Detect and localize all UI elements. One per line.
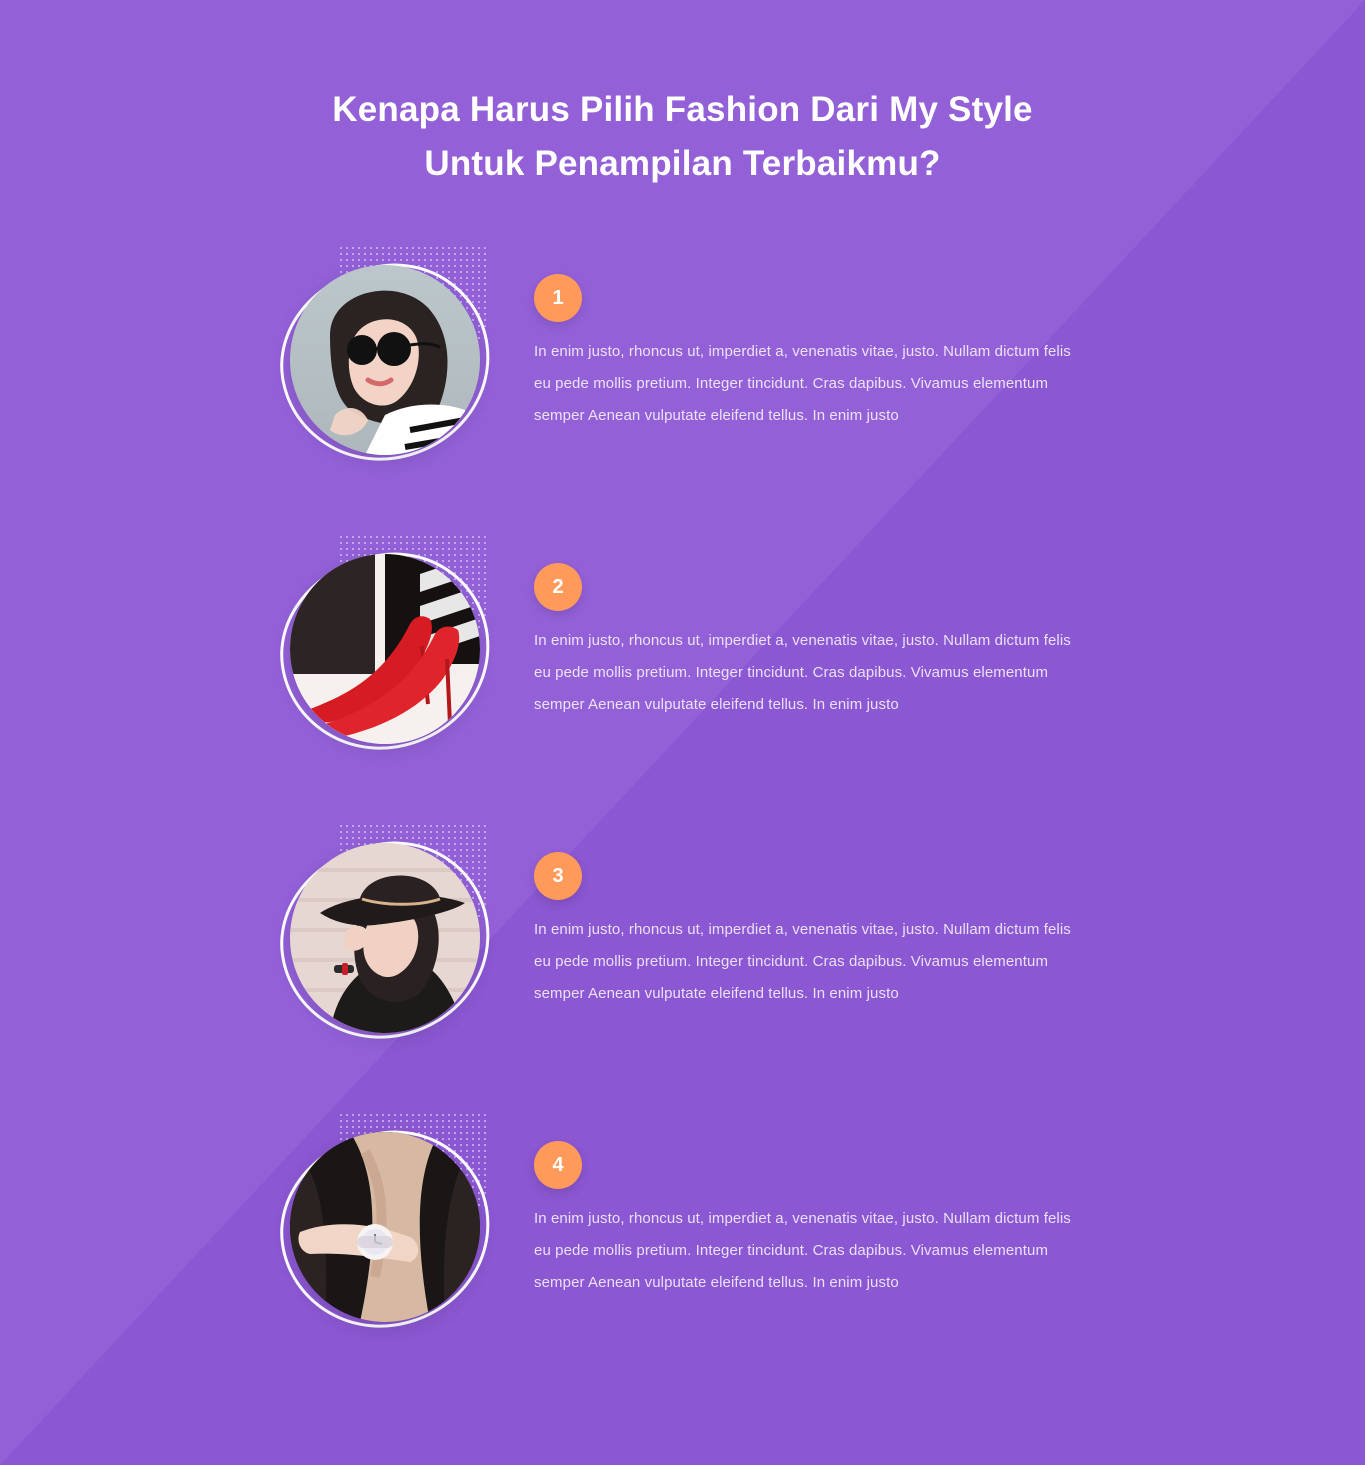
section-title-line-1: Kenapa Harus Pilih Fashion Dari My Style [332,90,1033,129]
why-choose-section: Kenapa Harus Pilih Fashion Dari My Style… [0,0,1365,1465]
feature-item-3: 3 In enim justo, rhoncus ut, imperdiet a… [267,823,1098,1052]
feature-media-3 [267,823,503,1052]
wrist-watch-photo [290,1132,480,1322]
feature-media-4 [267,1112,503,1341]
feature-item-2: 2 In enim justo, rhoncus ut, imperdiet a… [267,534,1098,763]
woman-sunglasses-photo [290,265,480,455]
feature-item-1: 1 In enim justo, rhoncus ut, imperdiet a… [267,245,1098,474]
feature-description-4: In enim justo, rhoncus ut, imperdiet a, … [534,1210,1071,1291]
feature-item-4: 4 In enim justo, rhoncus ut, imperdiet a… [267,1112,1098,1341]
feature-number-badge-1: 1 [534,274,582,322]
feature-media-2 [267,534,503,763]
feature-media-1 [267,245,503,474]
feature-number-badge-4: 4 [534,1141,582,1189]
feature-description-3: In enim justo, rhoncus ut, imperdiet a, … [534,921,1071,1002]
red-heels-photo [290,554,480,744]
section-title-line-2: Untuk Penampilan Terbaikmu? [424,144,941,183]
feature-number-badge-2: 2 [534,563,582,611]
woman-hat-photo [290,843,480,1033]
section-title: Kenapa Harus Pilih Fashion Dari My Style… [0,83,1365,191]
feature-number-badge-3: 3 [534,852,582,900]
feature-description-1: In enim justo, rhoncus ut, imperdiet a, … [534,343,1071,424]
feature-description-2: In enim justo, rhoncus ut, imperdiet a, … [534,632,1071,713]
